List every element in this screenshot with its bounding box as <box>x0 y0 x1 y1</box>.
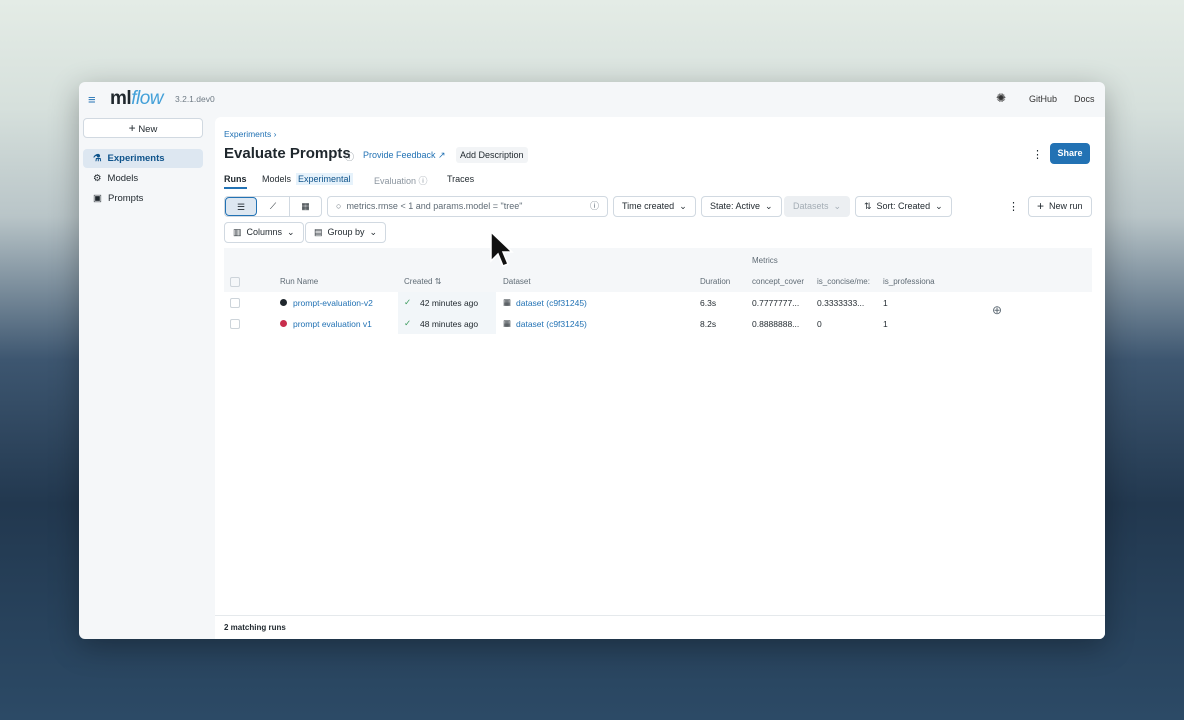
matching-runs-count: 2 matching runs <box>215 615 1105 639</box>
search-value: metrics.rmse < 1 and params.model = "tre… <box>346 201 523 211</box>
metric-value: 0.3333333... <box>817 298 865 308</box>
info-icon: ⓘ <box>589 201 599 211</box>
run-color-dot <box>280 320 287 327</box>
select-all-checkbox[interactable] <box>230 277 240 287</box>
group-icon: ▤ <box>314 227 323 237</box>
label: Prompts <box>107 193 144 204</box>
experimental-badge: Experimental <box>296 173 353 185</box>
metric-value: 0 <box>817 319 822 329</box>
duration-value: 6.3s <box>700 298 717 308</box>
col-metric-1[interactable]: concept_cover <box>752 277 810 286</box>
check-circle-icon: ✓ <box>404 318 412 328</box>
new-run-button[interactable]: + New run <box>1028 196 1092 217</box>
flask-icon: ⚗ <box>93 153 102 164</box>
add-column-icon[interactable]: ⊕ <box>992 303 1002 317</box>
run-color-dot <box>280 299 287 306</box>
app-window: ≡ mlflow 3.2.1.dev0 ✺ GitHub Docs + New … <box>79 82 1105 639</box>
group-by-button[interactable]: ▤ Group by ⌄ <box>305 222 387 243</box>
page-title: Evaluate Prompts <box>224 145 351 162</box>
metric-value: 0.8888888... <box>752 319 800 329</box>
col-duration[interactable]: Duration <box>700 277 730 286</box>
state-dropdown[interactable]: State: Active ⌄ <box>701 196 782 217</box>
info-icon[interactable]: ⓘ <box>345 150 354 163</box>
col-created[interactable]: Created ⇅ <box>404 277 441 286</box>
tab-traces[interactable]: Traces <box>447 174 474 184</box>
main-panel: Experiments › Evaluate Prompts ⓘ Provide… <box>215 117 1105 639</box>
menu-icon[interactable]: ≡ <box>88 92 96 107</box>
mouse-cursor-icon <box>490 231 514 267</box>
models-icon: ⚙ <box>93 173 102 184</box>
provide-feedback-link[interactable]: Provide Feedback ↗ <box>363 150 446 161</box>
metric-value: 1 <box>883 319 888 329</box>
duration-value: 8.2s <box>700 319 717 329</box>
settings-icon[interactable]: ✺ <box>996 91 1006 105</box>
new-label: New <box>138 124 158 135</box>
share-button[interactable]: Share <box>1050 143 1090 164</box>
table-row[interactable]: prompt evaluation v1 ✓ 48 minutes ago ▦ … <box>224 313 1092 334</box>
label: Models <box>107 173 139 184</box>
tab-models[interactable]: Models <box>262 174 291 184</box>
mlflow-logo[interactable]: mlflow <box>110 88 163 110</box>
add-description-button[interactable]: Add Description <box>456 147 528 163</box>
tab-evaluation[interactable]: Evaluation ⓘ <box>374 174 428 187</box>
new-button[interactable]: + New <box>83 118 203 138</box>
columns-icon: ▥ <box>233 227 242 237</box>
run-name-link[interactable]: prompt-evaluation-v2 <box>293 298 373 308</box>
tab-runs[interactable]: Runs <box>224 174 247 189</box>
github-link[interactable]: GitHub <box>1029 94 1057 104</box>
metrics-group-header: Metrics <box>752 256 778 265</box>
dataset-link[interactable]: dataset (c9f31245) <box>516 298 587 308</box>
row-checkbox[interactable] <box>230 298 240 308</box>
check-circle-icon: ✓ <box>404 297 412 307</box>
created-value: 48 minutes ago <box>420 319 479 329</box>
columns-button[interactable]: ▥ Columns ⌄ <box>224 222 304 243</box>
view-mode-toggle: ☰ ⟋ ▦ <box>224 196 322 217</box>
col-metric-2[interactable]: is_concise/me: <box>817 277 875 286</box>
created-value: 42 minutes ago <box>420 298 479 308</box>
version-label: 3.2.1.dev0 <box>175 94 215 104</box>
sort-dropdown[interactable]: ⇅ Sort: Created ⌄ <box>855 196 952 217</box>
table-icon: ▦ <box>503 318 512 328</box>
col-metric-3[interactable]: is_professiona <box>883 277 941 286</box>
prompt-icon: ▣ <box>93 193 102 204</box>
search-input[interactable]: ○ metrics.rmse < 1 and params.model = "tr… <box>327 196 608 217</box>
row-checkbox[interactable] <box>230 319 240 329</box>
docs-link[interactable]: Docs <box>1074 94 1095 104</box>
metric-value: 0.7777777... <box>752 298 800 308</box>
list-view-icon[interactable]: ☰ <box>225 197 257 216</box>
search-icon: ○ <box>336 201 342 211</box>
more-options-icon[interactable]: ⋮ <box>1008 200 1019 213</box>
metric-value: 1 <box>883 298 888 308</box>
table-row[interactable]: prompt-evaluation-v2 ✓ 42 minutes ago ▦ … <box>224 292 1092 313</box>
sort-icon: ⇅ <box>864 201 872 211</box>
breadcrumb[interactable]: Experiments › <box>224 129 276 139</box>
table-icon: ▦ <box>503 297 512 307</box>
time-created-dropdown[interactable]: Time created ⌄ <box>613 196 696 217</box>
table-view-icon[interactable]: ▦ <box>289 197 321 216</box>
dataset-link[interactable]: dataset (c9f31245) <box>516 319 587 329</box>
col-dataset[interactable]: Dataset <box>503 277 531 286</box>
more-icon[interactable]: ⋮ <box>1032 148 1043 161</box>
label: Experiments <box>107 153 165 164</box>
sidebar-item-experiments[interactable]: ⚗ Experiments <box>83 149 203 168</box>
datasets-dropdown[interactable]: Datasets ⌄ <box>784 196 851 217</box>
table-header: Metrics Run Name Created ⇅ Dataset Durat… <box>224 248 1092 292</box>
chart-view-icon[interactable]: ⟋ <box>257 197 289 216</box>
col-run-name[interactable]: Run Name <box>280 277 318 286</box>
sidebar-item-prompts[interactable]: ▣ Prompts <box>83 189 203 208</box>
sidebar-item-models[interactable]: ⚙ Models <box>83 169 203 188</box>
run-name-link[interactable]: prompt evaluation v1 <box>293 319 372 329</box>
